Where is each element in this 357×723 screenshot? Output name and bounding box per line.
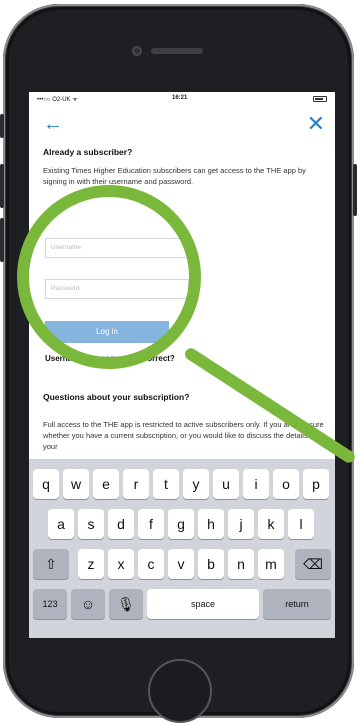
battery-icon xyxy=(313,96,327,102)
key-i[interactable]: i xyxy=(243,469,269,499)
key-a[interactable]: a xyxy=(48,509,74,539)
emoji-icon: ☺ xyxy=(80,596,96,612)
status-time: 16:21 xyxy=(172,95,188,101)
close-x-icon[interactable]: ✕ xyxy=(307,113,325,135)
subscription-questions-heading: Questions about your subscription? xyxy=(43,392,190,402)
volume-down-button xyxy=(0,218,4,262)
key-l[interactable]: l xyxy=(288,509,314,539)
key-n[interactable]: n xyxy=(228,549,254,579)
on-screen-keyboard: q w e r t y u i o p a s d f g h j k l ⇧ … xyxy=(29,459,335,638)
key-d[interactable]: d xyxy=(108,509,134,539)
key-o[interactable]: o xyxy=(273,469,299,499)
carrier-signal: •••○○ O2-UK ᯤ xyxy=(37,97,78,103)
phone-frame: •••○○ O2-UK ᯤ 16:21 ← ✕ Already a subscr… xyxy=(0,4,357,723)
dictation-key[interactable]: 🎙 xyxy=(109,589,143,619)
key-q[interactable]: q xyxy=(33,469,59,499)
key-m[interactable]: m xyxy=(258,549,284,579)
delete-key[interactable]: ⌫ xyxy=(295,549,331,579)
shift-arrow-icon: ⇧ xyxy=(45,556,57,572)
space-key[interactable]: space xyxy=(147,589,259,619)
key-e[interactable]: e xyxy=(93,469,119,499)
microphone-icon: 🎙 xyxy=(117,596,135,612)
key-k[interactable]: k xyxy=(258,509,284,539)
key-p[interactable]: p xyxy=(303,469,329,499)
key-t[interactable]: t xyxy=(153,469,179,499)
home-button[interactable] xyxy=(148,659,212,723)
phone-screen: •••○○ O2-UK ᯤ 16:21 ← ✕ Already a subscr… xyxy=(29,92,335,638)
front-camera xyxy=(132,46,142,56)
shift-key[interactable]: ⇧ xyxy=(33,549,69,579)
magnifier-ring xyxy=(17,185,201,369)
subscriber-description: Existing Times Higher Education subscrib… xyxy=(43,166,306,186)
key-s[interactable]: s xyxy=(78,509,104,539)
numbers-key[interactable]: 123 xyxy=(33,589,67,619)
subscriber-heading: Already a subscriber? xyxy=(43,147,133,157)
key-c[interactable]: c xyxy=(138,549,164,579)
volume-up-button xyxy=(0,164,4,208)
key-b[interactable]: b xyxy=(198,549,224,579)
key-w[interactable]: w xyxy=(63,469,89,499)
key-y[interactable]: y xyxy=(183,469,209,499)
earpiece-speaker xyxy=(151,48,203,54)
back-arrow-icon[interactable]: ← xyxy=(43,114,63,134)
key-j[interactable]: j xyxy=(228,509,254,539)
key-x[interactable]: x xyxy=(108,549,134,579)
return-key[interactable]: return xyxy=(263,589,331,619)
mute-switch xyxy=(0,114,4,138)
status-bar: •••○○ O2-UK ᯤ 16:21 xyxy=(29,92,335,106)
key-u[interactable]: u xyxy=(213,469,239,499)
key-g[interactable]: g xyxy=(168,509,194,539)
emoji-key[interactable]: ☺ xyxy=(71,589,105,619)
key-h[interactable]: h xyxy=(198,509,224,539)
key-z[interactable]: z xyxy=(78,549,104,579)
key-f[interactable]: f xyxy=(138,509,164,539)
backspace-icon: ⌫ xyxy=(303,556,323,572)
key-r[interactable]: r xyxy=(123,469,149,499)
power-button xyxy=(353,164,357,216)
subscription-questions-body: Full access to the THE app is restricted… xyxy=(43,420,324,451)
key-v[interactable]: v xyxy=(168,549,194,579)
